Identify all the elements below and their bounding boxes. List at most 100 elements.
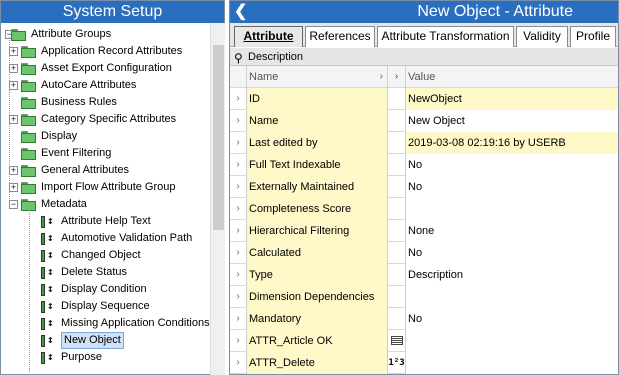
grid-row[interactable]: › Dimension Dependencies	[230, 286, 618, 308]
tree-item[interactable]: ↕ Delete Status	[1, 264, 210, 281]
tree-item[interactable]: + Application Record Attributes	[1, 43, 210, 60]
system-setup-title: System Setup	[1, 1, 224, 23]
row-expand-chevron-icon[interactable]: ›	[230, 220, 246, 242]
attribute-flag-cell	[388, 264, 406, 286]
grid-row[interactable]: › Calculated No	[230, 242, 618, 264]
tree-item[interactable]: + General Attributes	[1, 162, 210, 179]
row-expand-chevron-icon[interactable]: ›	[230, 198, 246, 220]
chevron-left-icon[interactable]: ❮	[234, 1, 248, 23]
attribute-value-cell[interactable]: No	[406, 308, 618, 330]
chevron-right-icon[interactable]: ›	[380, 66, 383, 88]
attribute-value-cell[interactable]: Description	[406, 264, 618, 286]
row-expand-chevron-icon[interactable]: ›	[230, 308, 246, 330]
tab-references[interactable]: References	[305, 26, 375, 47]
grid-row[interactable]: › Last edited by 2019-03-08 02:19:16 by US…	[230, 132, 618, 154]
attribute-value-cell[interactable]: 2019-03-08 02:19:16 by USERB	[406, 132, 618, 154]
attribute-value-cell[interactable]: New Object	[406, 110, 618, 132]
expand-icon[interactable]: +	[9, 115, 18, 124]
grid-row[interactable]: › Name New Object	[230, 110, 618, 132]
attribute-tree: − Attribute Groups + Application Record Att…	[1, 23, 210, 375]
attribute-icon: ↕	[41, 248, 56, 263]
grid-row[interactable]: › ATTR_Article OK	[230, 330, 618, 352]
tree-item[interactable]: + Import Flow Attribute Group	[1, 179, 210, 196]
tree-item[interactable]: ↕ Purpose	[1, 349, 210, 366]
attribute-value-cell[interactable]	[406, 198, 618, 220]
tree-item[interactable]: ↕ New Object	[1, 332, 210, 349]
grid-row[interactable]: › Externally Maintained No	[230, 176, 618, 198]
expand-icon[interactable]: +	[9, 166, 18, 175]
row-expand-chevron-icon[interactable]: ›	[230, 264, 246, 286]
grid-row[interactable]: › Type Description	[230, 264, 618, 286]
row-expand-chevron-icon[interactable]: ›	[230, 352, 246, 374]
row-chevron-icon	[230, 66, 246, 88]
tree-scrollbar[interactable]	[210, 23, 225, 375]
row-expand-chevron-icon[interactable]: ›	[230, 242, 246, 264]
pin-icon[interactable]: ⚲	[234, 49, 243, 67]
attribute-value-cell[interactable]	[406, 286, 618, 308]
attribute-value-cell[interactable]: No	[406, 242, 618, 264]
list-icon	[390, 336, 403, 345]
attribute-flag-cell	[388, 88, 406, 110]
expand-icon[interactable]: +	[9, 183, 18, 192]
tab-validity[interactable]: Validity	[516, 26, 568, 47]
grid-row[interactable]: › ATTR_Delete 1²3	[230, 352, 618, 374]
tree-item[interactable]: + Asset Export Configuration	[1, 60, 210, 77]
tree-scrollbar-thumb[interactable]	[213, 45, 224, 230]
tree-item[interactable]: ↕ Display Sequence	[1, 298, 210, 315]
tree-item-label: Attribute Help Text	[61, 215, 151, 227]
grid-row[interactable]: › ID NewObject	[230, 88, 618, 110]
attribute-value-cell[interactable]: No	[406, 176, 618, 198]
attribute-name-cell: Completeness Score	[246, 198, 388, 220]
tree-item[interactable]: Display	[1, 128, 210, 145]
expand-icon[interactable]: +	[9, 64, 18, 73]
attribute-icon: ↕	[41, 333, 56, 348]
row-expand-chevron-icon[interactable]: ›	[230, 88, 246, 110]
tree-item-label: Automotive Validation Path	[61, 232, 193, 244]
tree-item[interactable]: ↕ Changed Object	[1, 247, 210, 264]
tree-item[interactable]: + AutoCare Attributes	[1, 77, 210, 94]
attribute-flag-cell	[388, 132, 406, 154]
collapse-icon[interactable]: −	[9, 200, 18, 209]
tab-profile[interactable]: Profile	[570, 26, 616, 47]
folder-icon	[21, 148, 37, 160]
row-expand-chevron-icon[interactable]: ›	[230, 132, 246, 154]
row-expand-chevron-icon[interactable]: ›	[230, 330, 246, 352]
grid-row[interactable]: › Mandatory No	[230, 308, 618, 330]
attribute-value-cell[interactable]: None	[406, 220, 618, 242]
grid-row[interactable]: › Full Text Indexable No	[230, 154, 618, 176]
attribute-value-cell[interactable]: NewObject	[406, 88, 618, 110]
expand-icon[interactable]: +	[9, 47, 18, 56]
tree-item[interactable]: ↕ Display Condition	[1, 281, 210, 298]
editor-title: New Object - Attribute	[417, 3, 573, 20]
tree-item-label: General Attributes	[41, 164, 130, 176]
tree-item-label: Application Record Attributes	[41, 45, 183, 57]
tree-item[interactable]: Event Filtering	[1, 145, 210, 162]
tree-item[interactable]: Business Rules	[1, 94, 210, 111]
column-header-value[interactable]: Value	[406, 66, 618, 88]
row-expand-chevron-icon[interactable]: ›	[230, 154, 246, 176]
grid-row[interactable]: › Completeness Score	[230, 198, 618, 220]
tree-item[interactable]: − Attribute Groups	[1, 26, 210, 43]
tree-item[interactable]: ↕ Missing Application Conditions	[1, 315, 210, 332]
attribute-value-cell[interactable]: No	[406, 154, 618, 176]
tree-item[interactable]: ↕ Attribute Help Text	[1, 213, 210, 230]
tab-attribute[interactable]: Attribute	[234, 26, 303, 47]
expand-icon[interactable]: +	[9, 81, 18, 90]
attribute-flag-cell	[388, 286, 406, 308]
editor-header: ❮ New Object - Attribute	[230, 1, 618, 23]
attribute-value-cell[interactable]	[406, 352, 618, 374]
tree-item[interactable]: ↕ Automotive Validation Path	[1, 230, 210, 247]
description-section-header[interactable]: ⚲ Description	[230, 48, 618, 66]
attribute-icon: ↕	[41, 316, 56, 331]
attribute-value-cell[interactable]	[406, 330, 618, 352]
tab-attribute-transformation[interactable]: Attribute Transformation	[377, 26, 514, 47]
row-expand-chevron-icon[interactable]: ›	[230, 286, 246, 308]
chevron-right-icon[interactable]: ›	[388, 66, 406, 88]
attribute-flag-cell	[388, 198, 406, 220]
grid-row[interactable]: › Hierarchical Filtering None	[230, 220, 618, 242]
row-expand-chevron-icon[interactable]: ›	[230, 176, 246, 198]
tree-item[interactable]: − Metadata	[1, 196, 210, 213]
row-expand-chevron-icon[interactable]: ›	[230, 110, 246, 132]
tree-item[interactable]: + Category Specific Attributes	[1, 111, 210, 128]
column-header-name[interactable]: Name ›	[246, 66, 388, 88]
